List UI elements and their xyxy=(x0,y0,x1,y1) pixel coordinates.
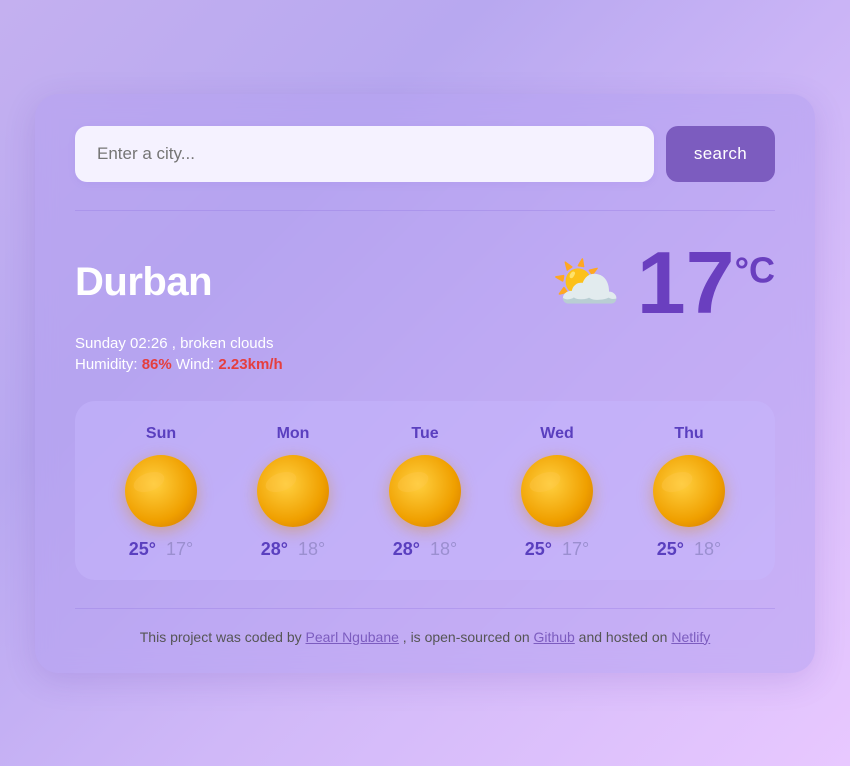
sun-icon xyxy=(125,455,197,527)
netlify-link[interactable]: Netlify xyxy=(671,629,710,645)
current-weather-icon: ⛅ xyxy=(551,255,621,311)
sun-icon xyxy=(653,455,725,527)
wind-label-text: Wind: xyxy=(176,356,214,373)
temp-low: 18° xyxy=(694,539,721,560)
sun-icon xyxy=(521,455,593,527)
weather-details: Sunday 02:26 , broken clouds Humidity: 8… xyxy=(75,335,775,373)
temp-row: 28° 18° xyxy=(261,539,325,560)
temp-icon-row: ⛅ 17°C xyxy=(551,239,775,327)
temp-high: 25° xyxy=(657,539,684,560)
forecast-day: Wed 25° 17° xyxy=(521,425,593,560)
day-label: Tue xyxy=(411,425,438,443)
wind-value: 2.23km/h xyxy=(218,356,282,373)
github-link[interactable]: Github xyxy=(534,629,575,645)
temp-high: 25° xyxy=(525,539,552,560)
temp-low: 18° xyxy=(298,539,325,560)
temp-row: 25° 18° xyxy=(657,539,721,560)
day-label: Mon xyxy=(277,425,310,443)
sun-icon xyxy=(257,455,329,527)
temp-row: 28° 18° xyxy=(393,539,457,560)
search-button[interactable]: search xyxy=(666,126,775,182)
temp-row: 25° 17° xyxy=(129,539,193,560)
temp-low: 18° xyxy=(430,539,457,560)
temp-unit: °C xyxy=(735,249,775,290)
city-name: Durban xyxy=(75,260,212,305)
footer-divider xyxy=(75,608,775,609)
wind-label: Wind: xyxy=(176,356,214,373)
temp-high: 28° xyxy=(261,539,288,560)
sun-icon xyxy=(389,455,461,527)
footer-text-before: This project was coded by xyxy=(140,629,306,645)
day-time-line: Sunday 02:26 , broken clouds xyxy=(75,335,775,352)
current-weather-row: Durban ⛅ 17°C xyxy=(75,239,775,327)
forecast-day: Mon 28° 18° xyxy=(257,425,329,560)
forecast-day: Tue 28° 18° xyxy=(389,425,461,560)
day-label: Sun xyxy=(146,425,176,443)
current-temperature: 17°C xyxy=(637,239,775,327)
humidity-wind-line: Humidity: 86% Wind: 2.23km/h xyxy=(75,356,775,373)
temp-low: 17° xyxy=(166,539,193,560)
day-label: Thu xyxy=(674,425,703,443)
weather-card: search Durban ⛅ 17°C Sunday 02:26 , brok… xyxy=(35,94,815,673)
city-search-input[interactable] xyxy=(75,126,654,182)
top-divider xyxy=(75,210,775,211)
temp-number: 17 xyxy=(637,233,735,332)
author-link[interactable]: Pearl Ngubane xyxy=(306,629,399,645)
humidity-value: 86% xyxy=(142,356,172,373)
footer-text-middle: , is open-sourced on xyxy=(399,629,534,645)
footer-text: This project was coded by Pearl Ngubane … xyxy=(75,629,775,645)
temp-high: 28° xyxy=(393,539,420,560)
forecast-day: Sun 25° 17° xyxy=(125,425,197,560)
humidity-label: Humidity: xyxy=(75,356,138,373)
temp-high: 25° xyxy=(129,539,156,560)
footer-text-end: and hosted on xyxy=(575,629,672,645)
temp-low: 17° xyxy=(562,539,589,560)
day-label: Wed xyxy=(540,425,573,443)
forecast-day: Thu 25° 18° xyxy=(653,425,725,560)
temp-row: 25° 17° xyxy=(525,539,589,560)
search-row: search xyxy=(75,126,775,182)
forecast-card: Sun 25° 17° Mon 28° 18° Tue 28° 18° Wed 25° 17° Thu 2… xyxy=(75,401,775,580)
